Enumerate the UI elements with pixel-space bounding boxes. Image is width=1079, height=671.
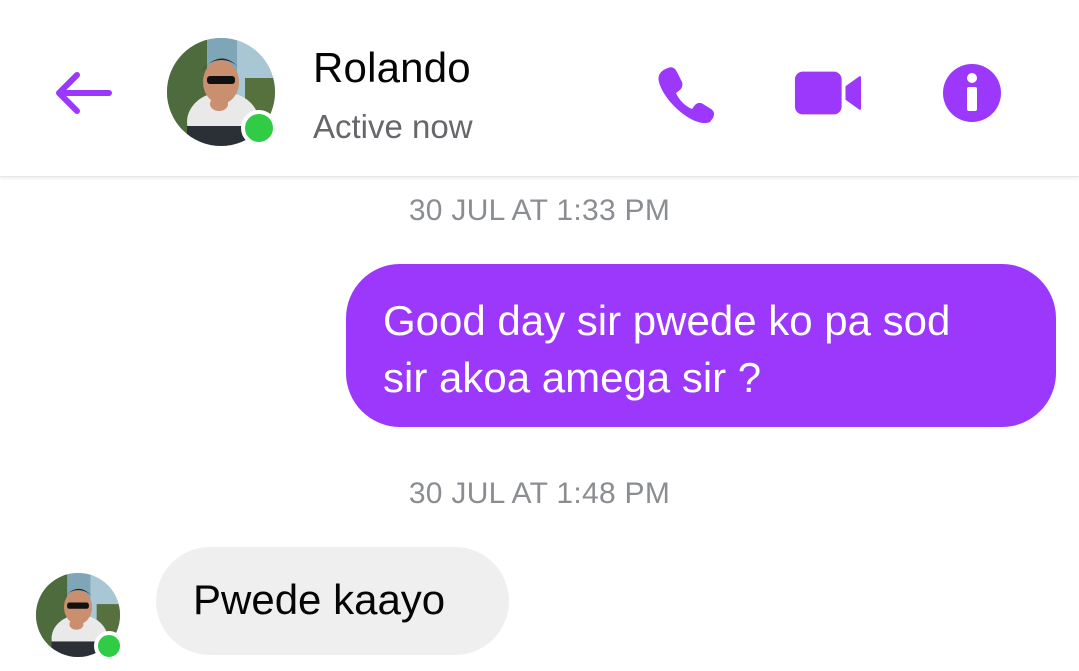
message-line: sir akoa amega sir ? <box>383 354 762 401</box>
contact-name[interactable]: Rolando <box>313 44 471 92</box>
video-camera-icon <box>794 71 862 115</box>
online-status-dot <box>241 110 277 146</box>
contact-avatar[interactable] <box>167 38 277 148</box>
message-timestamp: 30 JUL AT 1:33 PM <box>408 194 671 227</box>
conversation-header: Rolando Active now <box>0 0 1079 177</box>
arrow-left-icon <box>56 72 112 114</box>
video-call-button[interactable] <box>793 58 863 128</box>
message-line: Pwede kaayo <box>193 576 446 623</box>
incoming-message-bubble[interactable]: Pwede kaayo <box>156 547 509 655</box>
info-button[interactable] <box>937 58 1007 128</box>
call-button[interactable] <box>650 58 720 128</box>
back-button[interactable] <box>52 62 114 124</box>
phone-icon <box>658 67 715 124</box>
online-status-dot <box>94 631 124 661</box>
sender-avatar[interactable] <box>36 573 124 661</box>
message-timestamp: 30 JUL AT 1:48 PM <box>408 477 671 510</box>
info-icon <box>943 64 1001 122</box>
outgoing-message-bubble[interactable]: Good day sir pwede ko pa sod sir akoa am… <box>346 264 1056 427</box>
messenger-conversation: Rolando Active now 30 JUL AT 1:33 PM Goo… <box>0 0 1079 671</box>
active-status: Active now <box>313 108 473 145</box>
message-line: Good day sir pwede ko pa sod <box>383 297 951 344</box>
